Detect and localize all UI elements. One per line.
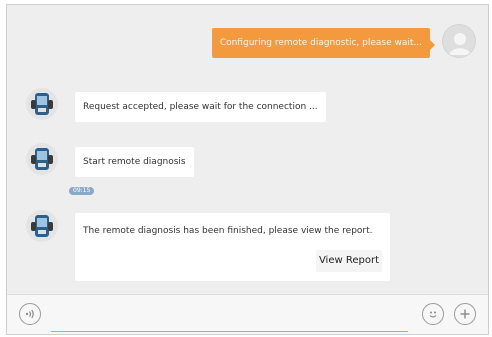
incoming-message-text: Start remote diagnosis [83,157,186,167]
view-report-button[interactable]: View Report [315,250,382,272]
add-button[interactable] [454,303,476,325]
diagnostic-device-icon [26,88,58,120]
outgoing-message-bubble: Configuring remote diagnostic, please wa… [211,28,436,58]
report-message-card: The remote diagnosis has been finished, … [75,213,390,281]
timestamp-badge: 09:15 [69,187,95,195]
emoji-button[interactable] [422,303,444,325]
incoming-message-bubble: Request accepted, please wait for the co… [75,92,326,122]
voice-button[interactable] [19,303,41,325]
technician-avatar[interactable] [25,209,59,243]
voice-icon [25,309,34,319]
smiley-icon [429,311,437,318]
incoming-message-text: The remote diagnosis has been finished, … [83,226,373,236]
message-input[interactable] [51,299,408,332]
diagnostic-device-icon [26,210,58,242]
outgoing-message-text: Configuring remote diagnostic, please wa… [219,38,422,48]
chat-window: Configuring remote diagnostic, please wa… [6,4,489,335]
input-bar [7,294,488,334]
diagnostic-device-icon [26,143,58,175]
technician-avatar[interactable] [25,87,59,121]
user-avatar[interactable] [442,24,476,58]
incoming-message-bubble: Start remote diagnosis [75,147,194,177]
incoming-message-text: Request accepted, please wait for the co… [83,102,318,112]
message-list[interactable]: Configuring remote diagnostic, please wa… [7,5,488,297]
plus-icon [460,309,470,319]
technician-avatar[interactable] [25,142,59,176]
user-silhouette-icon [449,33,471,55]
